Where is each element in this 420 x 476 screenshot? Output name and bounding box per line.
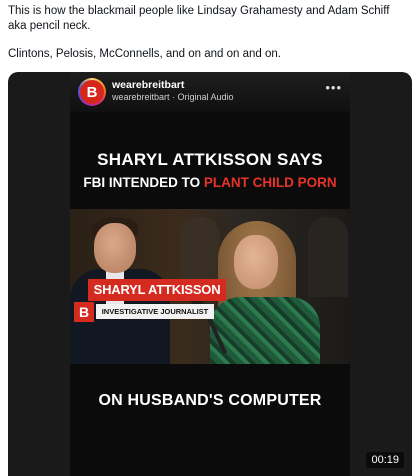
headline-line-2-prefix: FBI INTENDED TO bbox=[83, 175, 204, 190]
man-head bbox=[94, 223, 136, 273]
video-timestamp: 00:19 bbox=[366, 452, 404, 468]
headline-highlight: PLANT CHILD PORN bbox=[203, 175, 337, 190]
headline-line-1: SHARYL ATTKISSON SAYS bbox=[97, 150, 323, 169]
account-subline: wearebreitbart · Original Audio bbox=[112, 92, 234, 102]
more-horizontal-icon[interactable]: ••• bbox=[325, 80, 342, 95]
lower-third-title: INVESTIGATIVE JOURNALIST bbox=[96, 304, 214, 319]
breitbart-logo-icon: B bbox=[74, 302, 94, 322]
woman-figure bbox=[210, 297, 320, 364]
post-text: This is how the blackmail people like Li… bbox=[8, 4, 408, 62]
background-person bbox=[308, 217, 348, 297]
headline-line-2: FBI INTENDED TO PLANT CHILD PORN bbox=[70, 175, 350, 190]
video-player[interactable]: B wearebreitbart wearebreitbart · Origin… bbox=[8, 72, 412, 476]
post-text-line-1: This is how the blackmail people like Li… bbox=[8, 5, 390, 32]
post-text-line-2: Clintons, Pelosis, McConnells, and on an… bbox=[8, 48, 281, 60]
lower-third-name: SHARYL ATTKISSON bbox=[88, 279, 226, 301]
woman-face bbox=[234, 235, 278, 289]
video-caption: ON HUSBAND'S COMPUTER bbox=[98, 392, 322, 409]
video-headline: SHARYL ATTKISSON SAYS FBI INTENDED TO PL… bbox=[70, 150, 350, 190]
account-avatar[interactable]: B bbox=[78, 78, 106, 106]
account-handle[interactable]: wearebreitbart bbox=[112, 79, 184, 91]
breitbart-logo-icon: B bbox=[80, 80, 104, 104]
video-account-bar: B wearebreitbart wearebreitbart · Origin… bbox=[70, 72, 350, 112]
video-frame[interactable]: B wearebreitbart wearebreitbart · Origin… bbox=[70, 72, 350, 476]
